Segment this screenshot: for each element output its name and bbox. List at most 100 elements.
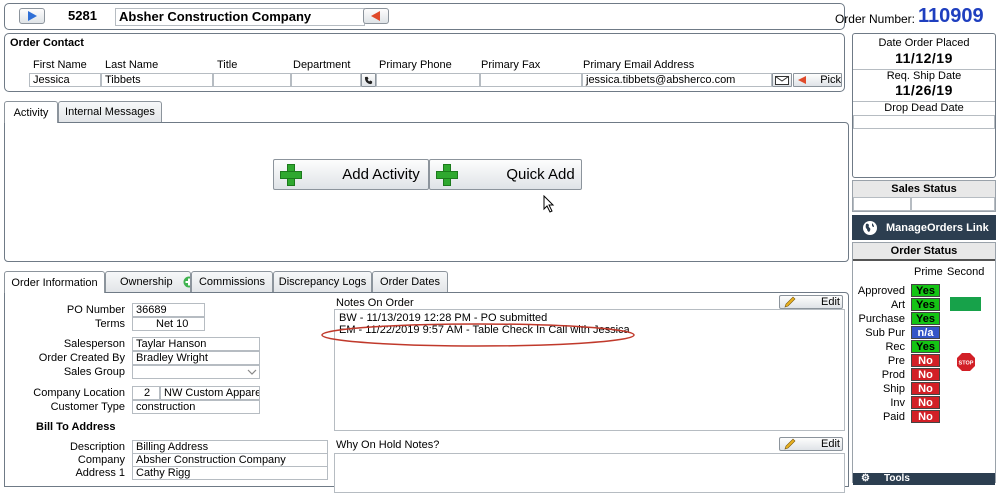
po-number-field[interactable]: 36689 bbox=[132, 303, 205, 317]
order-number: 110909 bbox=[918, 5, 984, 27]
customer-number: 5281 bbox=[47, 8, 115, 26]
status-label: Paid bbox=[882, 411, 905, 423]
phone-field[interactable] bbox=[376, 73, 480, 87]
sales-group-label: Sales Group bbox=[63, 366, 125, 378]
first-name-field[interactable]: Jessica bbox=[29, 73, 101, 87]
customer-type-field[interactable]: construction bbox=[132, 400, 260, 414]
terms-field[interactable]: Net 10 bbox=[132, 317, 205, 331]
title-field[interactable] bbox=[213, 73, 291, 87]
phone-call-button[interactable] bbox=[361, 73, 376, 87]
notes-title: Notes On Order bbox=[336, 297, 414, 309]
status-label: Rec bbox=[885, 341, 905, 353]
tab-internal-messages[interactable]: Internal Messages bbox=[58, 101, 162, 122]
description-field[interactable]: Billing Address bbox=[132, 440, 328, 454]
company-location-num[interactable]: 2 bbox=[132, 386, 160, 400]
status-label: Art bbox=[890, 299, 905, 311]
sales-status-panel: Sales Status bbox=[852, 180, 996, 212]
tab-commissions[interactable]: Commissions bbox=[191, 271, 273, 292]
salesperson-label: Salesperson bbox=[63, 338, 125, 350]
status-prime-badge[interactable]: No bbox=[911, 410, 940, 423]
status-prime-badge[interactable]: Yes bbox=[911, 284, 940, 297]
previous-customer-button[interactable] bbox=[19, 8, 45, 24]
company-field[interactable]: Absher Construction Company bbox=[132, 453, 328, 467]
status-label: Sub Pur bbox=[865, 327, 905, 339]
address1-field[interactable]: Cathy Rigg bbox=[132, 466, 328, 480]
activity-panel: Add Activity Quick Add bbox=[4, 122, 849, 262]
plus-icon bbox=[436, 164, 458, 186]
tab-ownership-label: Ownership bbox=[120, 276, 173, 288]
status-prime-badge[interactable]: No bbox=[911, 382, 940, 395]
add-activity-button[interactable]: Add Activity bbox=[273, 159, 429, 190]
notes-edit-button[interactable]: Edit bbox=[779, 295, 843, 309]
created-by-field[interactable]: Bradley Wright bbox=[132, 351, 260, 365]
status-prime-badge[interactable]: No bbox=[911, 396, 940, 409]
status-prime-badge[interactable]: No bbox=[911, 354, 940, 367]
date-ordered-value: 11/12/19 bbox=[895, 50, 953, 66]
stop-sign-label: STOP bbox=[959, 361, 974, 367]
terms-label: Terms bbox=[95, 318, 125, 330]
status-prime-badge[interactable]: Yes bbox=[911, 312, 940, 325]
last-name-field[interactable]: Tibbets bbox=[101, 73, 213, 87]
hold-notes-edit-label: Edit bbox=[821, 438, 840, 450]
status-prime-badge[interactable]: Yes bbox=[911, 298, 940, 311]
req-ship-value: 11/26/19 bbox=[895, 82, 953, 98]
drop-dead-field[interactable] bbox=[853, 115, 995, 129]
hold-notes-edit-button[interactable]: Edit bbox=[779, 437, 843, 451]
sales-status-field-1[interactable] bbox=[853, 197, 911, 211]
salesperson-field[interactable]: Taylar Hanson bbox=[132, 337, 260, 351]
address1-label: Address 1 bbox=[75, 467, 125, 479]
col-title: Title bbox=[217, 59, 238, 71]
tab-ownership[interactable]: Ownership bbox=[105, 271, 191, 292]
tools-bar[interactable]: ⚙ Tools bbox=[853, 473, 995, 485]
art-second-status bbox=[950, 297, 981, 311]
req-ship-label: Req. Ship Date bbox=[886, 70, 962, 82]
go-customer-button[interactable] bbox=[363, 8, 389, 24]
manage-orders-link[interactable]: ManageOrders Link bbox=[852, 215, 996, 240]
send-email-button[interactable] bbox=[772, 73, 792, 87]
notes-edit-label: Edit bbox=[821, 296, 840, 308]
department-field[interactable] bbox=[291, 73, 361, 87]
sales-status-field-2[interactable] bbox=[911, 197, 995, 211]
order-status-panel: Order Status Prime Second Approved Yes Art… bbox=[852, 242, 996, 485]
stop-sign-icon: STOP bbox=[957, 353, 975, 371]
tab-order-dates[interactable]: Order Dates bbox=[372, 271, 448, 292]
col-department: Department bbox=[293, 59, 351, 71]
col-primary-fax: Primary Fax bbox=[481, 59, 541, 71]
tab-order-information[interactable]: Order Information bbox=[4, 271, 105, 293]
col-second: Second bbox=[947, 266, 985, 278]
status-label: Approved bbox=[857, 285, 905, 297]
pencil-icon bbox=[784, 296, 796, 308]
order-contact-title: Order Contact bbox=[10, 37, 84, 49]
order-number-label: Order Number: bbox=[834, 12, 915, 26]
add-circle-icon bbox=[183, 276, 190, 288]
play-left-icon bbox=[371, 11, 380, 21]
hold-notes-textarea[interactable] bbox=[334, 453, 845, 493]
fax-field[interactable] bbox=[480, 73, 582, 87]
status-label: Purchase bbox=[858, 313, 905, 325]
pencil-icon bbox=[784, 438, 796, 450]
customer-name: Absher Construction Company bbox=[115, 8, 365, 26]
sales-status-title: Sales Status bbox=[853, 181, 995, 198]
status-prime-badge[interactable]: No bbox=[911, 368, 940, 381]
status-prime-badge[interactable]: n/a bbox=[911, 326, 940, 339]
highlight-ellipse bbox=[321, 323, 635, 347]
col-first-name: First Name bbox=[33, 59, 87, 71]
pick-label: Pick bbox=[820, 74, 841, 86]
tab-discrepancy-logs[interactable]: Discrepancy Logs bbox=[273, 271, 372, 292]
envelope-icon bbox=[775, 75, 789, 85]
quick-add-button[interactable]: Quick Add bbox=[429, 159, 582, 190]
email-field[interactable]: jessica.tibbets@absherco.com bbox=[582, 73, 772, 87]
pick-contact-button[interactable]: Pick bbox=[793, 73, 842, 87]
order-contact-panel: Order Contact First Name Last Name Title… bbox=[4, 33, 845, 92]
col-primary-email: Primary Email Address bbox=[583, 59, 695, 71]
status-prime-badge[interactable]: Yes bbox=[911, 340, 940, 353]
status-label: Inv bbox=[890, 397, 905, 409]
tab-activity[interactable]: Activity bbox=[4, 101, 58, 123]
status-label: Prod bbox=[881, 369, 905, 381]
customer-type-label: Customer Type bbox=[50, 401, 125, 413]
manage-orders-link-label: ManageOrders Link bbox=[886, 221, 989, 234]
sales-group-select[interactable] bbox=[132, 365, 260, 379]
company-location-field[interactable]: NW Custom Apparel bbox=[160, 386, 260, 400]
col-prime: Prime bbox=[914, 266, 943, 278]
play-right-icon bbox=[28, 11, 37, 21]
